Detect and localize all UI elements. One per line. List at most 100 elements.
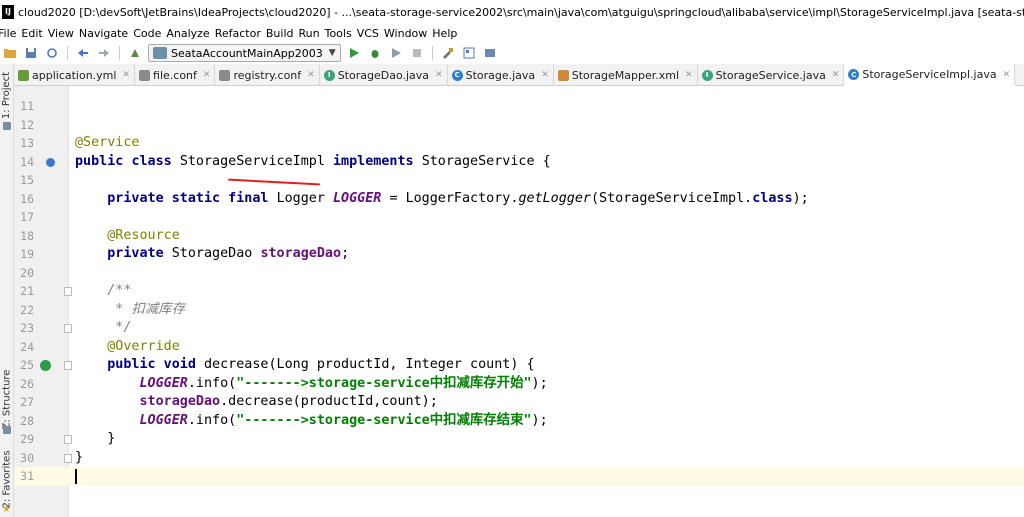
code-line: 19 private StorageDao storageDao;	[14, 245, 1024, 264]
menu-navigate[interactable]: Navigate	[79, 27, 133, 40]
structure-icon[interactable]	[461, 45, 477, 61]
tab-storage-mapper-xml[interactable]: StorageMapper.xml ✕	[554, 64, 698, 86]
left-tool-window-strip: 1: Project Z: Structure 2: Favorites ★	[0, 64, 14, 517]
tab-file-conf[interactable]: file.conf ✕	[135, 64, 216, 86]
line-number: 13	[20, 136, 34, 150]
code-text: LOGGER.info("------->storage-service中扣减库…	[139, 412, 548, 428]
code-line: 16 private static final Logger LOGGER = …	[14, 190, 1024, 209]
close-icon[interactable]: ✕	[307, 70, 315, 80]
tab-label: StorageDao.java	[337, 68, 430, 82]
close-icon[interactable]: ✕	[832, 70, 840, 80]
tab-application-yml[interactable]: application.yml ✕	[14, 64, 136, 86]
close-icon[interactable]: ✕	[541, 70, 549, 80]
menu-build[interactable]: Build	[266, 27, 299, 40]
line-number: 21	[20, 284, 34, 298]
tab-storage-dao[interactable]: I StorageDao.java ✕	[320, 64, 448, 86]
menu-refactor[interactable]: Refactor	[215, 27, 266, 40]
line-number: 16	[20, 191, 34, 206]
close-icon[interactable]: ✕	[203, 70, 211, 80]
code-line: 26 LOGGER.info("------->storage-service中…	[14, 375, 1024, 394]
override-gutter-icon[interactable]	[40, 360, 51, 371]
code-line: 23 */	[14, 319, 1024, 338]
line-number: 18	[20, 228, 34, 243]
xml-file-icon	[557, 69, 569, 81]
debug-icon[interactable]	[367, 45, 383, 61]
menu-code[interactable]: Code	[133, 27, 166, 40]
menu-edit[interactable]: Edit	[21, 27, 47, 40]
fold-marker[interactable]	[64, 361, 72, 370]
code-line: 13 @Service	[14, 134, 1024, 153]
implements-gutter-icon[interactable]	[46, 157, 55, 167]
code-text: public void decrease(Long productId, Int…	[107, 357, 535, 372]
toolbar-separator	[67, 46, 68, 60]
sync-icon[interactable]	[44, 45, 60, 61]
vcs-icon[interactable]	[482, 45, 498, 61]
tab-storage-service-impl[interactable]: C StorageServiceImpl.java ✕	[844, 64, 1016, 86]
run-configuration-select[interactable]: SeataAccountMainApp2003 ▼	[148, 44, 341, 62]
fold-marker[interactable]	[64, 324, 72, 333]
close-icon[interactable]: ✕	[435, 70, 443, 80]
tab-storage-java[interactable]: C Storage.java ✕	[448, 64, 554, 86]
config-file-icon	[139, 69, 151, 81]
forward-arrow-icon[interactable]	[96, 45, 112, 61]
menu-tools[interactable]: Tools	[325, 27, 357, 40]
line-number: 12	[20, 117, 34, 132]
settings-icon[interactable]	[440, 45, 456, 61]
menu-help[interactable]: Help	[432, 27, 462, 40]
code-line: 18 @Resource	[14, 227, 1024, 246]
code-text: @Resource	[107, 227, 180, 243]
code-text: }	[75, 449, 84, 465]
fold-marker[interactable]	[64, 435, 72, 444]
build-icon[interactable]	[127, 45, 143, 61]
close-icon[interactable]: ✕	[122, 70, 130, 80]
save-icon[interactable]	[23, 45, 39, 61]
tab-label: StorageMapper.xml	[571, 68, 680, 82]
menu-run[interactable]: Run	[299, 27, 325, 40]
line-number: 20	[20, 265, 34, 280]
menu-bar: File Edit View Navigate Code Analyze Ref…	[0, 24, 1024, 42]
line-number: 22	[20, 302, 34, 317]
close-icon[interactable]: ✕	[1003, 70, 1011, 80]
tab-label: application.yml	[32, 68, 117, 82]
menu-vcs[interactable]: VCS	[357, 27, 384, 40]
window-title: cloud2020 [D:\devSoft\JetBrains\IdeaProj…	[18, 5, 1024, 19]
interface-icon: I	[323, 69, 335, 81]
fold-marker[interactable]	[64, 453, 72, 463]
line-number: 28	[20, 413, 34, 428]
tab-registry-conf[interactable]: registry.conf ✕	[215, 64, 320, 86]
folder-icon[interactable]	[2, 45, 18, 61]
interface-icon: I	[701, 69, 713, 81]
line-number: 24	[20, 339, 34, 354]
menu-analyze[interactable]: Analyze	[166, 27, 214, 40]
code-line: 25 public void decrease(Long productId, …	[14, 356, 1024, 375]
tab-label: file.conf	[153, 68, 197, 82]
line-number: 23	[20, 321, 34, 335]
menu-view[interactable]: View	[48, 27, 79, 40]
project-tool-tab[interactable]: 1: Project	[0, 70, 14, 120]
line-number: 17	[20, 210, 34, 224]
intellij-app-icon: IJ	[2, 5, 14, 19]
code-text: storageDao.decrease(productId,count);	[139, 394, 438, 409]
coverage-icon[interactable]	[388, 45, 404, 61]
menu-file[interactable]: File	[0, 27, 21, 40]
code-editor[interactable]: 11 12 13 @Service 14 public class Storag…	[14, 86, 1024, 517]
structure-tool-tab[interactable]: Z: Structure	[0, 364, 14, 434]
fold-marker[interactable]	[64, 287, 72, 296]
config-file-icon	[219, 69, 231, 81]
close-icon[interactable]: ✕	[685, 70, 693, 80]
line-number: 25	[20, 358, 34, 372]
code-text: @Service	[75, 135, 140, 150]
stop-icon[interactable]	[409, 45, 425, 61]
class-icon: C	[451, 69, 463, 81]
line-number: 31	[20, 469, 34, 483]
code-line: 11	[14, 97, 1024, 116]
menu-window[interactable]: Window	[384, 27, 432, 40]
tab-storage-service[interactable]: I StorageService.java ✕	[698, 64, 845, 86]
favorites-tool-tab[interactable]: 2: Favorites	[0, 449, 14, 509]
run-configuration-label: SeataAccountMainApp2003	[171, 46, 323, 60]
tab-label: StorageService.java	[715, 68, 826, 82]
back-arrow-icon[interactable]	[75, 45, 91, 61]
line-number: 11	[20, 99, 34, 113]
run-icon[interactable]	[346, 45, 362, 61]
code-line: 24 @Override	[14, 338, 1024, 357]
